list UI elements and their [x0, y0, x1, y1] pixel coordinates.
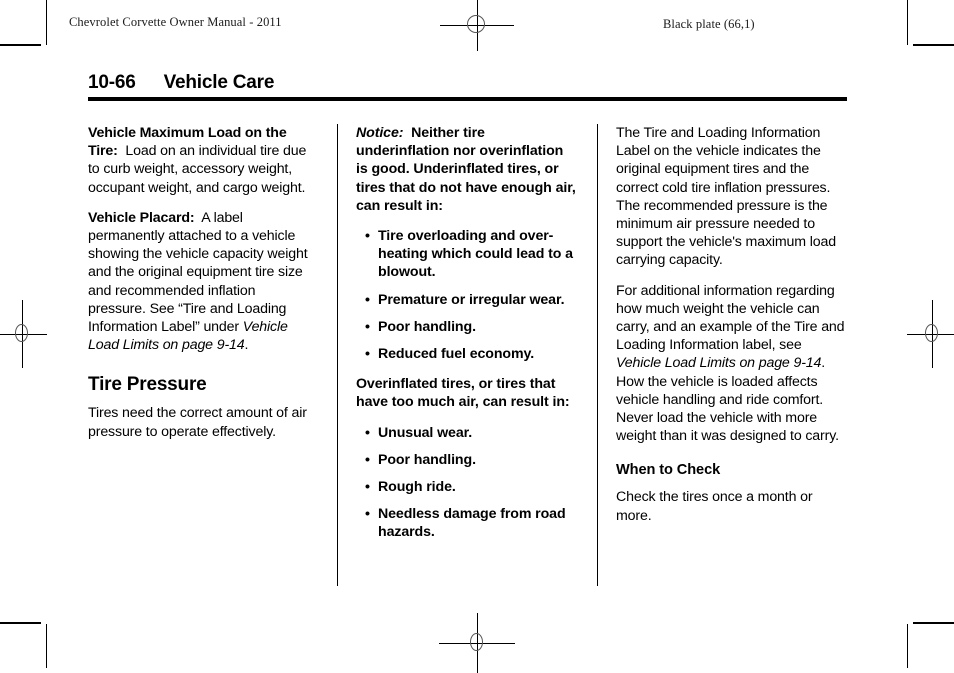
list-item: • Reduced fuel economy.: [356, 345, 578, 363]
crop-mark-bottom-left-vertical: [46, 624, 47, 668]
list-item: • Unusual wear.: [356, 424, 578, 442]
paragraph-vehicle-placard: Vehicle Placard: A label permanently att…: [88, 209, 316, 355]
column-two: Notice: Neither tire underinflation nor …: [337, 124, 597, 586]
overinflation-bullet-list: • Unusual wear. • Poor handling. • Rough ri…: [356, 424, 578, 542]
definition-vehicle-placard-end: .: [244, 337, 249, 354]
crop-mark-bottom-right-horizontal: [913, 622, 954, 624]
list-item: • Poor handling.: [356, 318, 578, 336]
term-vehicle-placard: Vehicle Placard:: [88, 209, 195, 226]
cross-reference-vehicle-load-limits[interactable]: Vehicle Load Limits on page 9-14: [616, 355, 821, 371]
list-item-label: Premature or irregular wear.: [378, 291, 565, 308]
paragraph-additional-information-start: For additional information regarding how…: [616, 282, 845, 354]
paragraph-vehicle-maximum-load: Vehicle Maximum Load on the Tire: Load o…: [88, 124, 316, 197]
column-three: The Tire and Loading Information Label o…: [597, 124, 848, 586]
bullet-icon: •: [365, 479, 370, 496]
crop-mark-top-left-horizontal: [0, 44, 41, 46]
definition-vehicle-maximum-load: Load on an individual tire due to curb w…: [88, 143, 307, 196]
page-body: Vehicle Maximum Load on the Tire: Load o…: [88, 124, 848, 586]
list-item-label: Reduced fuel economy.: [378, 346, 535, 363]
list-item: • Premature or irregular wear.: [356, 291, 578, 309]
bullet-icon: •: [365, 424, 370, 441]
crop-mark-top-right-horizontal: [913, 44, 954, 46]
overinflation-intro: Overinflated tires, or tires that have t…: [356, 376, 570, 411]
bullet-icon: •: [365, 228, 370, 245]
list-item: • Rough ride.: [356, 478, 578, 496]
list-item-label: Tire overloading and over-heating which …: [378, 228, 573, 281]
bullet-icon: •: [365, 291, 370, 308]
list-item-label: Poor handling.: [378, 451, 476, 468]
notice-label: Notice:: [356, 125, 404, 141]
chapter-title: Vehicle Care: [163, 72, 275, 93]
definition-vehicle-placard: A label permanently attached to a vehicl…: [88, 209, 308, 336]
list-item-label: Poor handling.: [378, 318, 476, 335]
paragraph-tire-pressure-intro: Tires need the correct amount of air pre…: [88, 405, 307, 440]
section-heading-tire-pressure: Tire Pressure: [88, 374, 207, 396]
subheading-when-to-check: When to Check: [616, 462, 721, 479]
crop-mark-top-left-vertical: [46, 0, 47, 45]
bullet-icon: •: [365, 451, 370, 468]
crop-mark-top-right-vertical: [907, 0, 908, 45]
page-title: 10-66 Vehicle Care: [88, 72, 848, 101]
list-item-label: Unusual wear.: [378, 424, 473, 441]
crop-mark-bottom-left-horizontal: [0, 622, 41, 624]
page-number: 10-66: [88, 72, 136, 93]
crop-mark-bottom-right-vertical: [907, 624, 908, 668]
bullet-icon: •: [365, 506, 370, 523]
list-item: • Poor handling.: [356, 451, 578, 469]
list-item-label: Rough ride.: [378, 479, 456, 496]
bullet-icon: •: [365, 346, 370, 363]
paragraph-tire-loading-label: The Tire and Loading Information Label o…: [616, 125, 836, 269]
list-item: • Tire overloading and over-heating which…: [356, 227, 578, 282]
paragraph-when-to-check: Check the tires once a month or more.: [616, 489, 813, 524]
title-rule: [88, 97, 847, 101]
notice-paragraph: Notice: Neither tire underinflation nor …: [356, 124, 578, 215]
manual-title-header: Chevrolet Corvette Owner Manual - 2011: [69, 15, 282, 29]
black-plate-label: Black plate (66,1): [663, 17, 755, 31]
column-one: Vehicle Maximum Load on the Tire: Load o…: [88, 124, 337, 586]
underinflation-bullet-list: • Tire overloading and over-heating which…: [356, 227, 578, 363]
paragraph-additional-information: For additional information regarding how…: [616, 282, 848, 446]
bullet-icon: •: [365, 318, 370, 335]
list-item: • Needless damage from road hazards.: [356, 505, 578, 541]
list-item-label: Needless damage from road hazards.: [378, 506, 566, 541]
